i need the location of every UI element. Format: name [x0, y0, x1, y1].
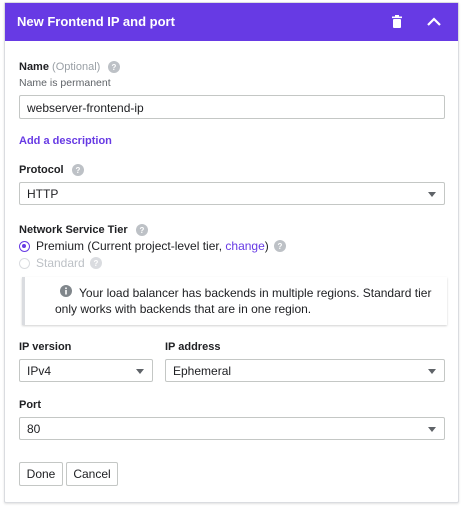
premium-radio[interactable] [19, 240, 30, 252]
ip-address-select[interactable]: Ephemeral [165, 359, 445, 382]
frontend-config-panel: New Frontend IP and port Name (Optional)… [4, 2, 459, 503]
name-label: Name (Optional) ? [19, 61, 121, 74]
cancel-button[interactable]: Cancel [66, 462, 118, 486]
name-input[interactable]: webserver-frontend-ip [19, 95, 445, 119]
add-description-link[interactable]: Add a description [19, 135, 112, 147]
ip-version-select[interactable]: IPv4 [19, 359, 153, 382]
protocol-label-text: Protocol [19, 164, 64, 176]
network-tier-label: Network Service Tier ? [19, 224, 148, 237]
trash-icon[interactable] [387, 12, 407, 32]
svg-text:?: ? [112, 63, 117, 72]
protocol-label: Protocol ? [19, 164, 84, 177]
help-icon[interactable]: ? [89, 257, 102, 269]
svg-text:?: ? [139, 226, 144, 235]
premium-label: Premium (Current project-level tier, cha… [36, 239, 269, 253]
standard-radio [19, 257, 30, 269]
svg-text:?: ? [93, 259, 98, 268]
premium-suffix: ) [264, 239, 269, 253]
chevron-down-icon [136, 369, 144, 374]
protocol-value: HTTP [27, 187, 59, 201]
optional-text: (Optional) [52, 61, 101, 73]
name-label-text: Name [19, 61, 49, 73]
name-hint: Name is permanent [19, 77, 111, 89]
chevron-up-icon[interactable] [424, 12, 444, 32]
premium-radio-row[interactable]: Premium (Current project-level tier, cha… [19, 239, 286, 253]
protocol-select[interactable]: HTTP [19, 182, 445, 205]
premium-text: Premium (Current project-level tier, [36, 239, 226, 253]
chevron-down-icon [428, 192, 436, 197]
port-label: Port [19, 399, 41, 411]
help-icon[interactable]: ? [108, 61, 121, 74]
standard-radio-row: Standard ? [19, 256, 102, 270]
done-button[interactable]: Done [19, 462, 63, 486]
chevron-down-icon [428, 369, 436, 374]
port-select[interactable]: 80 [19, 417, 445, 440]
svg-text:?: ? [277, 242, 282, 251]
ip-version-label: IP version [19, 341, 72, 353]
name-input-value: webserver-frontend-ip [27, 101, 144, 115]
chevron-down-icon [428, 427, 436, 432]
ip-address-value: Ephemeral [173, 364, 232, 378]
help-icon[interactable]: ? [135, 224, 148, 237]
network-tier-label-text: Network Service Tier [19, 224, 128, 236]
svg-text:?: ? [75, 166, 80, 175]
panel-header: New Frontend IP and port [5, 3, 458, 41]
ip-version-value: IPv4 [27, 364, 52, 378]
standard-label: Standard [36, 256, 85, 270]
change-tier-link[interactable]: change [225, 239, 264, 253]
port-value: 80 [27, 422, 41, 436]
tier-info-text: Your load balancer has backends in multi… [55, 286, 432, 316]
tier-info-box: Your load balancer has backends in multi… [22, 277, 447, 325]
help-icon[interactable]: ? [71, 164, 84, 177]
ip-address-label: IP address [165, 341, 221, 353]
help-icon[interactable]: ? [273, 240, 286, 252]
panel-title: New Frontend IP and port [17, 14, 175, 29]
